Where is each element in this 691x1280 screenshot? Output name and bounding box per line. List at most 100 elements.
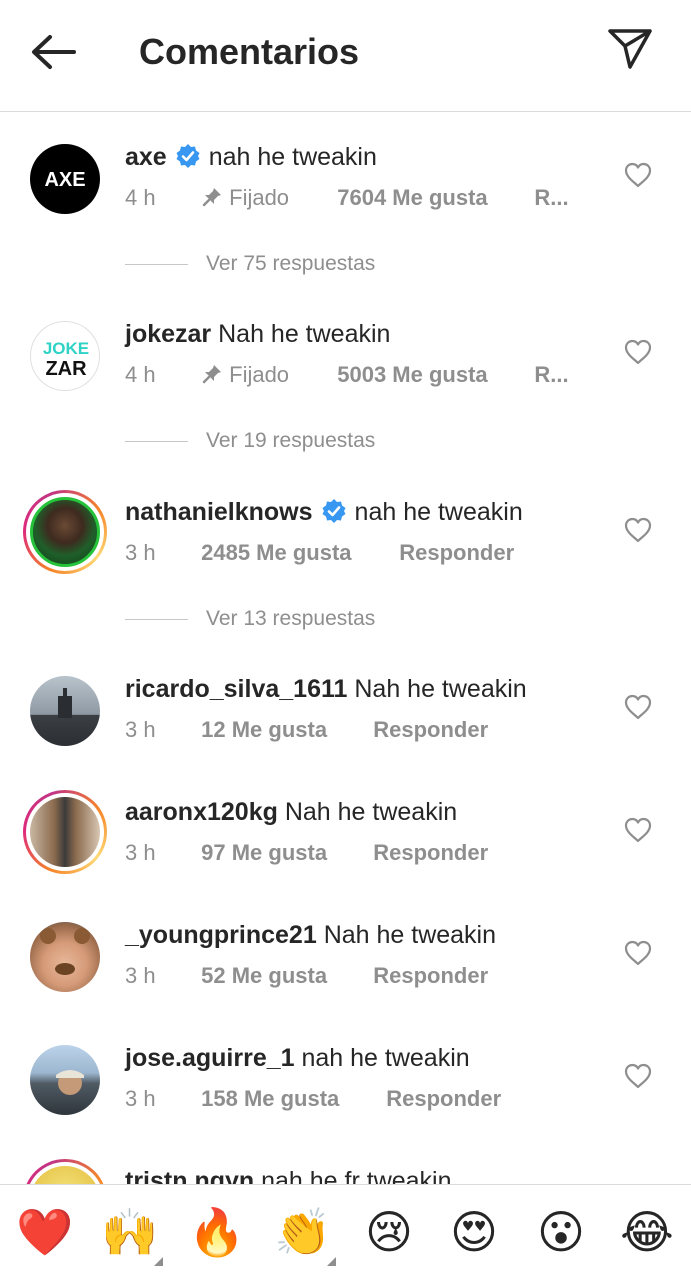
comment-text-line: jokezar Nah he tweakin: [125, 319, 390, 349]
reply-button[interactable]: R...: [534, 184, 568, 212]
comment-meta: 3 h 52 Me gusta Responder: [125, 962, 488, 990]
comment-body: nah he tweakin: [301, 1044, 470, 1072]
view-replies-link[interactable]: Ver 13 respuestas: [125, 607, 375, 637]
comment-meta: 3 h 158 Me gusta Responder: [125, 1085, 501, 1113]
avatar[interactable]: [30, 497, 100, 567]
comment-item: jose.aguirre_1 nah he tweakin 3 h 158 Me…: [0, 1043, 691, 1143]
avatar[interactable]: [30, 1045, 100, 1115]
avatar[interactable]: [30, 1166, 100, 1185]
likes-count[interactable]: 158 Me gusta: [201, 1085, 380, 1113]
comment-time: 3 h: [125, 963, 156, 988]
likes-count[interactable]: 5003 Me gusta: [337, 361, 528, 389]
top-bar: Comentarios: [0, 0, 691, 112]
comment-text-line: jose.aguirre_1 nah he tweakin: [125, 1043, 470, 1073]
view-replies-label[interactable]: Ver 19 respuestas: [206, 429, 375, 452]
like-heart-icon[interactable]: [624, 162, 652, 188]
like-heart-icon[interactable]: [624, 940, 652, 966]
comment-time: 4 h: [125, 362, 156, 387]
reply-button[interactable]: Responder: [373, 962, 488, 990]
clapping-hands-emoji[interactable]: 👏: [274, 1205, 331, 1259]
comment-item: _youngprince21 Nah he tweakin 3 h 52 Me …: [0, 920, 691, 1020]
comment-body: nah he tweakin: [208, 143, 377, 171]
view-replies-link[interactable]: Ver 75 respuestas: [125, 252, 375, 282]
likes-count[interactable]: 7604 Me gusta: [337, 184, 528, 212]
comment-username[interactable]: aaronx120kg: [125, 798, 278, 826]
replies-divider: [125, 440, 188, 442]
comment-username[interactable]: jose.aguirre_1: [125, 1044, 295, 1072]
back-arrow-icon[interactable]: [26, 30, 80, 74]
comment-text-line: axe nah he tweakin: [125, 142, 377, 172]
comment-time: 4 h: [125, 185, 156, 210]
reply-button[interactable]: R...: [534, 361, 568, 389]
reply-button[interactable]: Responder: [373, 716, 488, 744]
avatar-logo-text-top: JOKE: [43, 339, 89, 358]
likes-count[interactable]: 52 Me gusta: [201, 962, 367, 990]
comment-item: aaronx120kg Nah he tweakin 3 h 97 Me gus…: [0, 790, 691, 897]
comment-text-line: nathanielknows nah he tweakin: [125, 497, 523, 527]
comment-item: ricardo_silva_1611 Nah he tweakin 3 h 12…: [0, 674, 691, 774]
comment-item: tristn.ngyn nah he fr tweakin: [0, 1159, 691, 1185]
comment-username[interactable]: nathanielknows: [125, 498, 313, 526]
likes-count[interactable]: 12 Me gusta: [201, 716, 367, 744]
crying-face-emoji[interactable]: 😢: [362, 1205, 416, 1259]
comment-username[interactable]: _youngprince21: [125, 921, 317, 949]
comment-body: Nah he tweakin: [354, 675, 527, 703]
like-heart-icon[interactable]: [624, 517, 652, 543]
reply-button[interactable]: Responder: [373, 839, 488, 867]
verified-badge-icon: [322, 499, 346, 523]
fire-emoji[interactable]: 🔥: [188, 1205, 245, 1259]
comment-username[interactable]: tristn.ngyn: [125, 1167, 254, 1185]
page-title: Comentarios: [139, 31, 360, 72]
comment-username[interactable]: jokezar: [125, 320, 211, 348]
raising-hands-emoji[interactable]: 🙌: [101, 1205, 158, 1259]
like-heart-icon[interactable]: [624, 817, 652, 843]
replies-divider: [125, 263, 188, 265]
comment-text-line: aaronx120kg Nah he tweakin: [125, 797, 457, 827]
comment-username[interactable]: ricardo_silva_1611: [125, 675, 347, 703]
story-ring[interactable]: [23, 790, 107, 874]
like-heart-icon[interactable]: [624, 694, 652, 720]
view-replies-label[interactable]: Ver 75 respuestas: [206, 252, 375, 275]
heart-eyes-emoji[interactable]: 😍: [447, 1205, 501, 1259]
comment-time: 3 h: [125, 540, 156, 565]
reply-button[interactable]: Responder: [386, 1085, 501, 1113]
like-heart-icon[interactable]: [624, 339, 652, 365]
avatar[interactable]: [30, 797, 100, 867]
comment-text-line: ricardo_silva_1611 Nah he tweakin: [125, 674, 527, 704]
red-heart-emoji[interactable]: ❤️: [16, 1205, 73, 1259]
avatar[interactable]: [30, 676, 100, 746]
pinned-text: Fijado: [229, 362, 290, 387]
comment-username[interactable]: axe: [125, 143, 167, 171]
avatar[interactable]: JOKE ZAR: [30, 321, 100, 391]
view-replies-link[interactable]: Ver 19 respuestas: [125, 429, 375, 459]
likes-count[interactable]: 97 Me gusta: [201, 839, 367, 867]
comment-meta: 4 h Fijado 5003 Me gusta R...: [125, 361, 569, 389]
avatar[interactable]: AXE: [30, 144, 100, 214]
view-replies-label[interactable]: Ver 13 respuestas: [206, 607, 375, 630]
comments-list[interactable]: AXE axe nah he tweakin 4 h Fijado 7604 Me…: [0, 113, 691, 1185]
comment-text-line: tristn.ngyn nah he fr tweakin: [125, 1166, 452, 1185]
story-ring[interactable]: [23, 1159, 107, 1185]
comment-time: 3 h: [125, 1086, 156, 1111]
comment-meta: 3 h 2485 Me gusta Responder: [125, 539, 514, 567]
like-heart-icon[interactable]: [624, 1063, 652, 1089]
comment-body: Nah he tweakin: [323, 921, 497, 949]
reply-button[interactable]: Responder: [399, 539, 514, 567]
comment-item: nathanielknows nah he tweakin 3 h 2485 Me…: [0, 490, 691, 597]
tears-of-joy-emoji[interactable]: 😂: [620, 1205, 674, 1259]
share-send-icon[interactable]: [604, 24, 656, 74]
comment-body: nah he tweakin: [354, 498, 523, 526]
comment-body: Nah he tweakin: [218, 320, 391, 348]
comment-meta: 3 h 12 Me gusta Responder: [125, 716, 488, 744]
pin-icon: [202, 188, 222, 207]
comment-body: Nah he tweakin: [284, 798, 458, 826]
likes-count[interactable]: 2485 Me gusta: [201, 539, 393, 567]
comment-time: 3 h: [125, 840, 156, 865]
astonished-face-emoji[interactable]: 😮: [534, 1205, 588, 1259]
avatar-logo-text: AXE: [44, 169, 85, 191]
pin-icon: [202, 365, 222, 384]
verified-badge-icon: [176, 144, 200, 168]
story-ring[interactable]: [23, 490, 107, 574]
avatar[interactable]: [30, 922, 100, 992]
skin-tone-indicator-icon: [327, 1257, 336, 1266]
